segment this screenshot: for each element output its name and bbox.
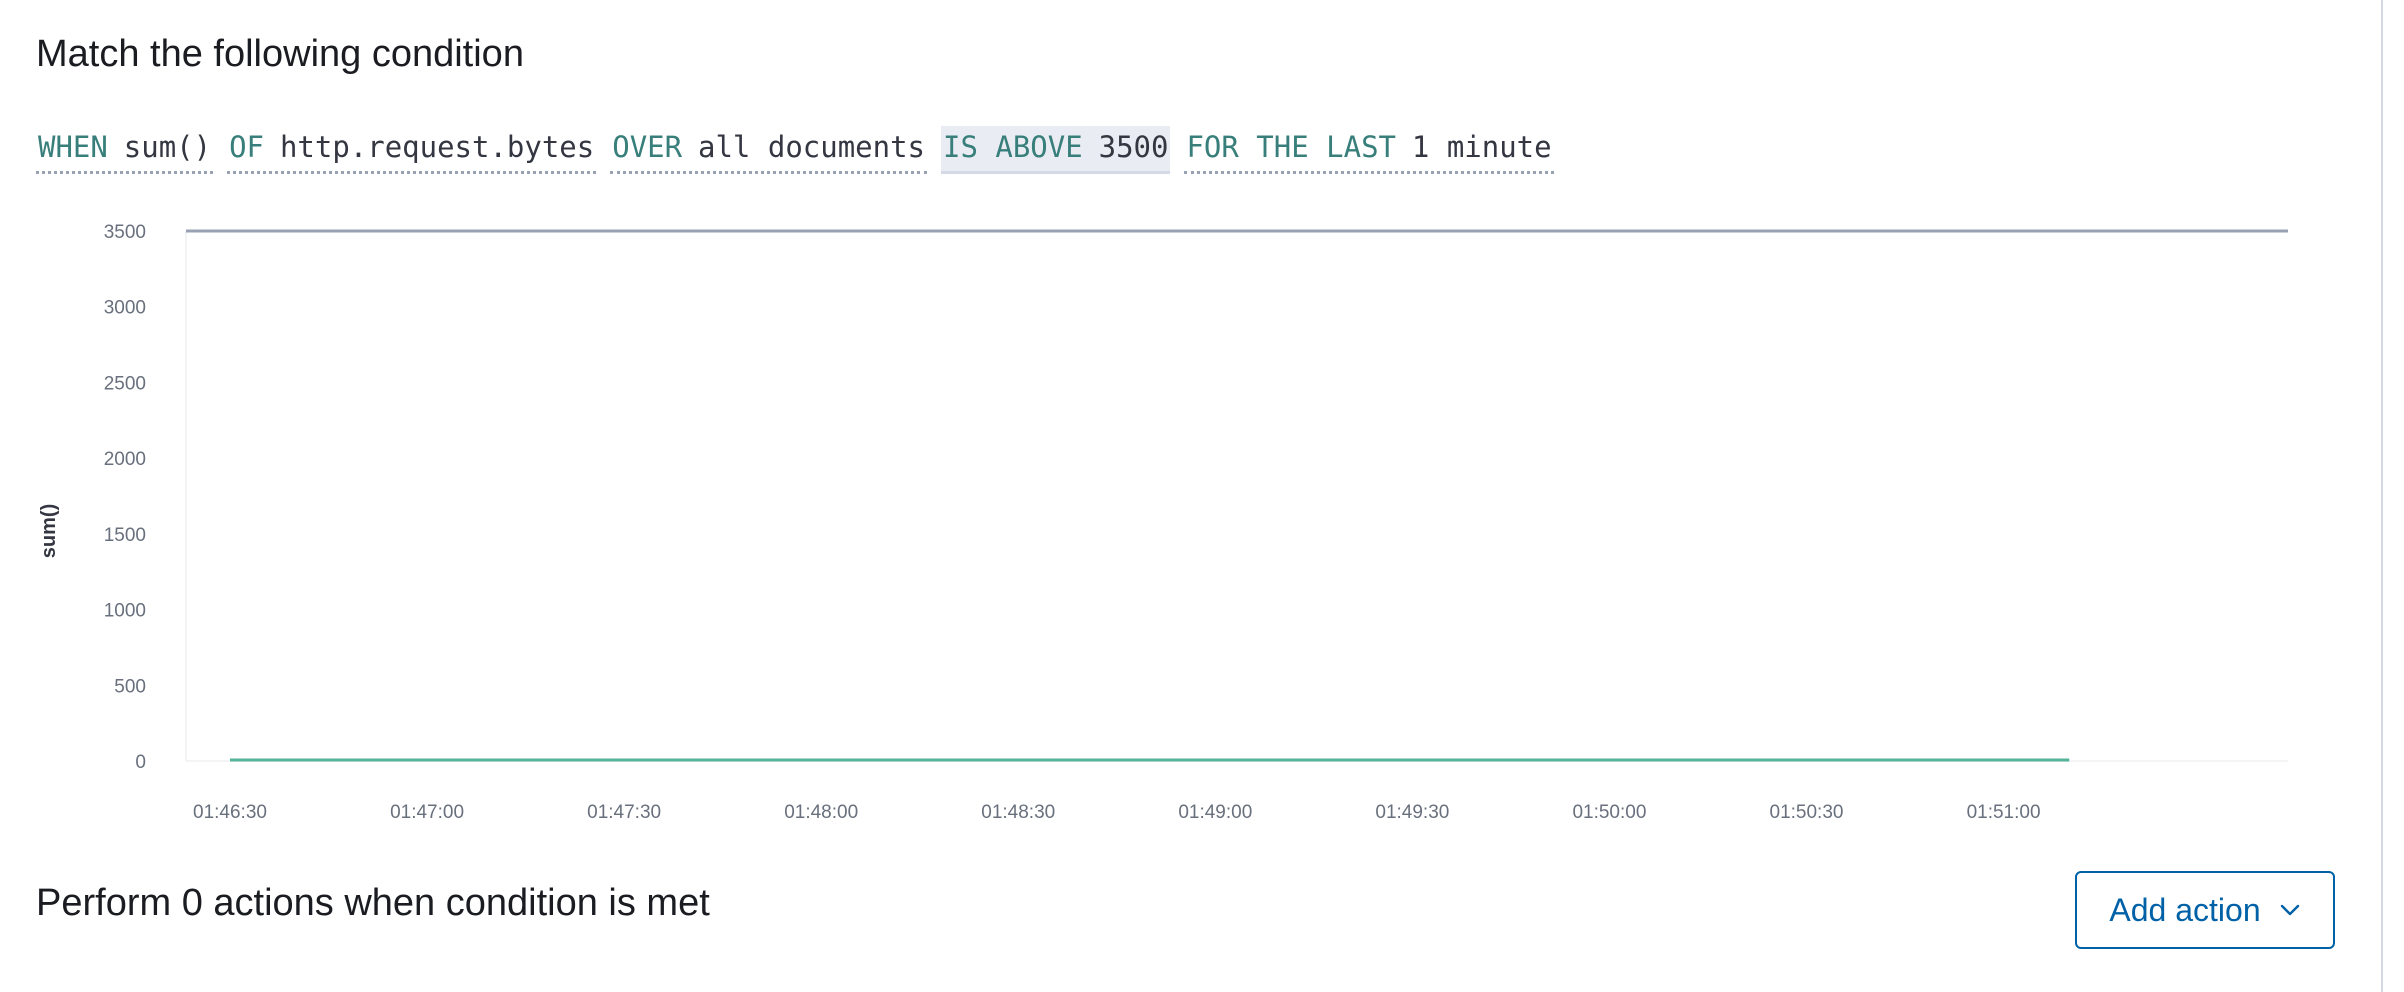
x-tick-label: 01:50:30 — [1770, 802, 1844, 823]
y-tick-label: 500 — [114, 676, 146, 697]
y-tick-label: 0 — [135, 752, 146, 773]
expression-over-keyword: OVER — [612, 130, 683, 165]
expression-when-value: sum() — [123, 130, 212, 165]
x-tick-label: 01:51:00 — [1967, 802, 2041, 823]
condition-section-title: Match the following condition — [36, 33, 524, 75]
x-tick-label: 01:48:00 — [784, 802, 858, 823]
expression-builder: WHEN sum() OF http.request.bytes OVER all d… — [36, 126, 1568, 174]
x-tick-label: 01:50:00 — [1572, 802, 1646, 823]
expression-of-keyword: OF — [229, 130, 265, 165]
y-tick-label: 2500 — [104, 373, 146, 394]
y-tick-label: 3500 — [104, 222, 146, 243]
chevron-down-icon — [2280, 904, 2299, 916]
expression-when[interactable]: WHEN sum() — [36, 126, 214, 174]
expression-of[interactable]: OF http.request.bytes — [227, 126, 597, 174]
x-tick-label: 01:49:00 — [1178, 802, 1252, 823]
threshold-preview-chart: 0 500 1000 1500 2000 2500 3000 3500 sum() 01:46:3… — [0, 200, 2404, 840]
actions-section-title: Perform 0 actions when condition is met — [36, 882, 710, 924]
x-tick-label: 01:46:30 — [193, 802, 267, 823]
y-tick-label: 3000 — [104, 298, 146, 319]
expression-for-the-last[interactable]: FOR THE LAST 1 minute — [1184, 126, 1554, 174]
expression-threshold-value: 3500 — [1098, 130, 1169, 165]
expression-for-the-last-keyword: FOR THE LAST — [1186, 130, 1396, 165]
expression-over-value: all documents — [698, 130, 925, 165]
x-tick-label: 01:49:30 — [1375, 802, 1449, 823]
add-action-button[interactable]: Add action — [2075, 871, 2335, 949]
x-tick-label: 01:48:30 — [981, 802, 1055, 823]
x-tick-label: 01:47:00 — [390, 802, 464, 823]
expression-over[interactable]: OVER all documents — [610, 126, 927, 174]
y-axis-title: sum() — [38, 504, 60, 558]
add-action-label: Add action — [2109, 891, 2261, 928]
expression-for-the-last-value: 1 minute — [1411, 130, 1552, 165]
expression-of-value: http.request.bytes — [279, 130, 595, 165]
expression-when-keyword: WHEN — [38, 130, 108, 165]
y-tick-label: 1500 — [104, 525, 146, 546]
expression-threshold-keyword: IS ABOVE — [943, 130, 1083, 165]
y-tick-label: 2000 — [104, 449, 146, 470]
expression-threshold[interactable]: IS ABOVE 3500 — [941, 126, 1171, 174]
x-tick-label: 01:47:30 — [587, 802, 661, 823]
chart-svg: 0 500 1000 1500 2000 2500 3000 3500 sum() 01:46:3… — [38, 222, 2288, 823]
y-tick-label: 1000 — [104, 601, 146, 622]
